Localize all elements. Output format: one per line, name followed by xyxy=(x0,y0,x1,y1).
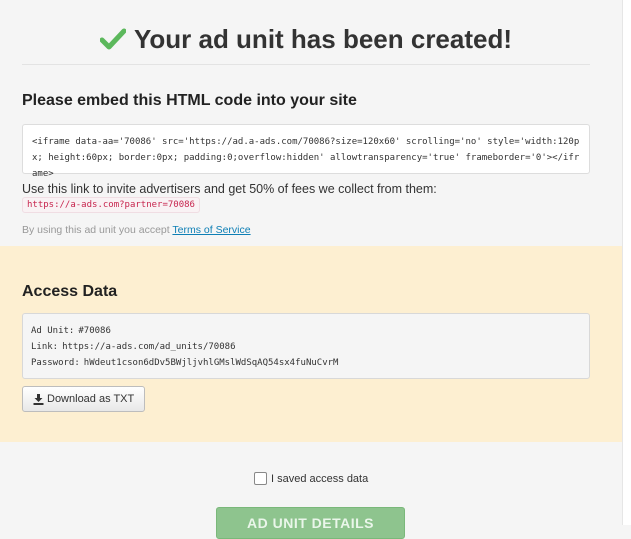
embed-heading: Please embed this HTML code into your si… xyxy=(22,92,357,109)
terms-line: By using this ad unit you accept Terms o… xyxy=(22,224,251,236)
terms-prefix: By using this ad unit you accept xyxy=(22,224,170,236)
invite-text: Use this link to invite advertisers and … xyxy=(22,182,437,196)
embed-code-box[interactable]: <iframe data-aa='70086' src='https://ad.… xyxy=(22,124,590,179)
download-label: Download as TXT xyxy=(47,393,135,405)
check-icon xyxy=(99,28,126,50)
access-data-box[interactable]: Ad Unit: #70086 Link: https://a-ads.com/… xyxy=(22,313,590,379)
page-title: Your ad unit has been created! xyxy=(133,23,513,54)
ad-unit-row: Ad Unit: #70086 xyxy=(31,323,581,339)
password-label: Password: xyxy=(31,358,80,368)
page-edge xyxy=(622,0,631,525)
saved-access-data-row[interactable]: I saved access data xyxy=(254,472,368,485)
password-value: hWdeut1cson6dDv5BWjljvhlGMslWdSqAQ54sx4f… xyxy=(83,358,339,368)
terms-of-service-link[interactable]: Terms of Service xyxy=(172,224,250,236)
link-value: https://a-ads.com/ad_units/70086 xyxy=(62,342,236,352)
partner-link[interactable]: https://a-ads.com?partner=70086 xyxy=(22,197,200,213)
link-label: Link: xyxy=(31,342,59,352)
download-icon xyxy=(33,393,44,405)
saved-access-data-checkbox[interactable] xyxy=(254,472,267,485)
page-header: Your ad unit has been created! xyxy=(22,14,590,65)
ad-unit-label: Ad Unit: xyxy=(31,326,75,336)
ad-unit-details-button[interactable]: AD UNIT DETAILS xyxy=(216,507,405,539)
password-row: Password: hWdeut1cson6dDv5BWjljvhlGMslWd… xyxy=(31,355,581,371)
access-data-heading: Access Data xyxy=(22,283,118,300)
ad-unit-value: #70086 xyxy=(78,326,111,336)
saved-access-data-label: I saved access data xyxy=(271,472,369,485)
link-row: Link: https://a-ads.com/ad_units/70086 xyxy=(31,339,581,355)
download-txt-button[interactable]: Download as TXT xyxy=(22,386,146,412)
